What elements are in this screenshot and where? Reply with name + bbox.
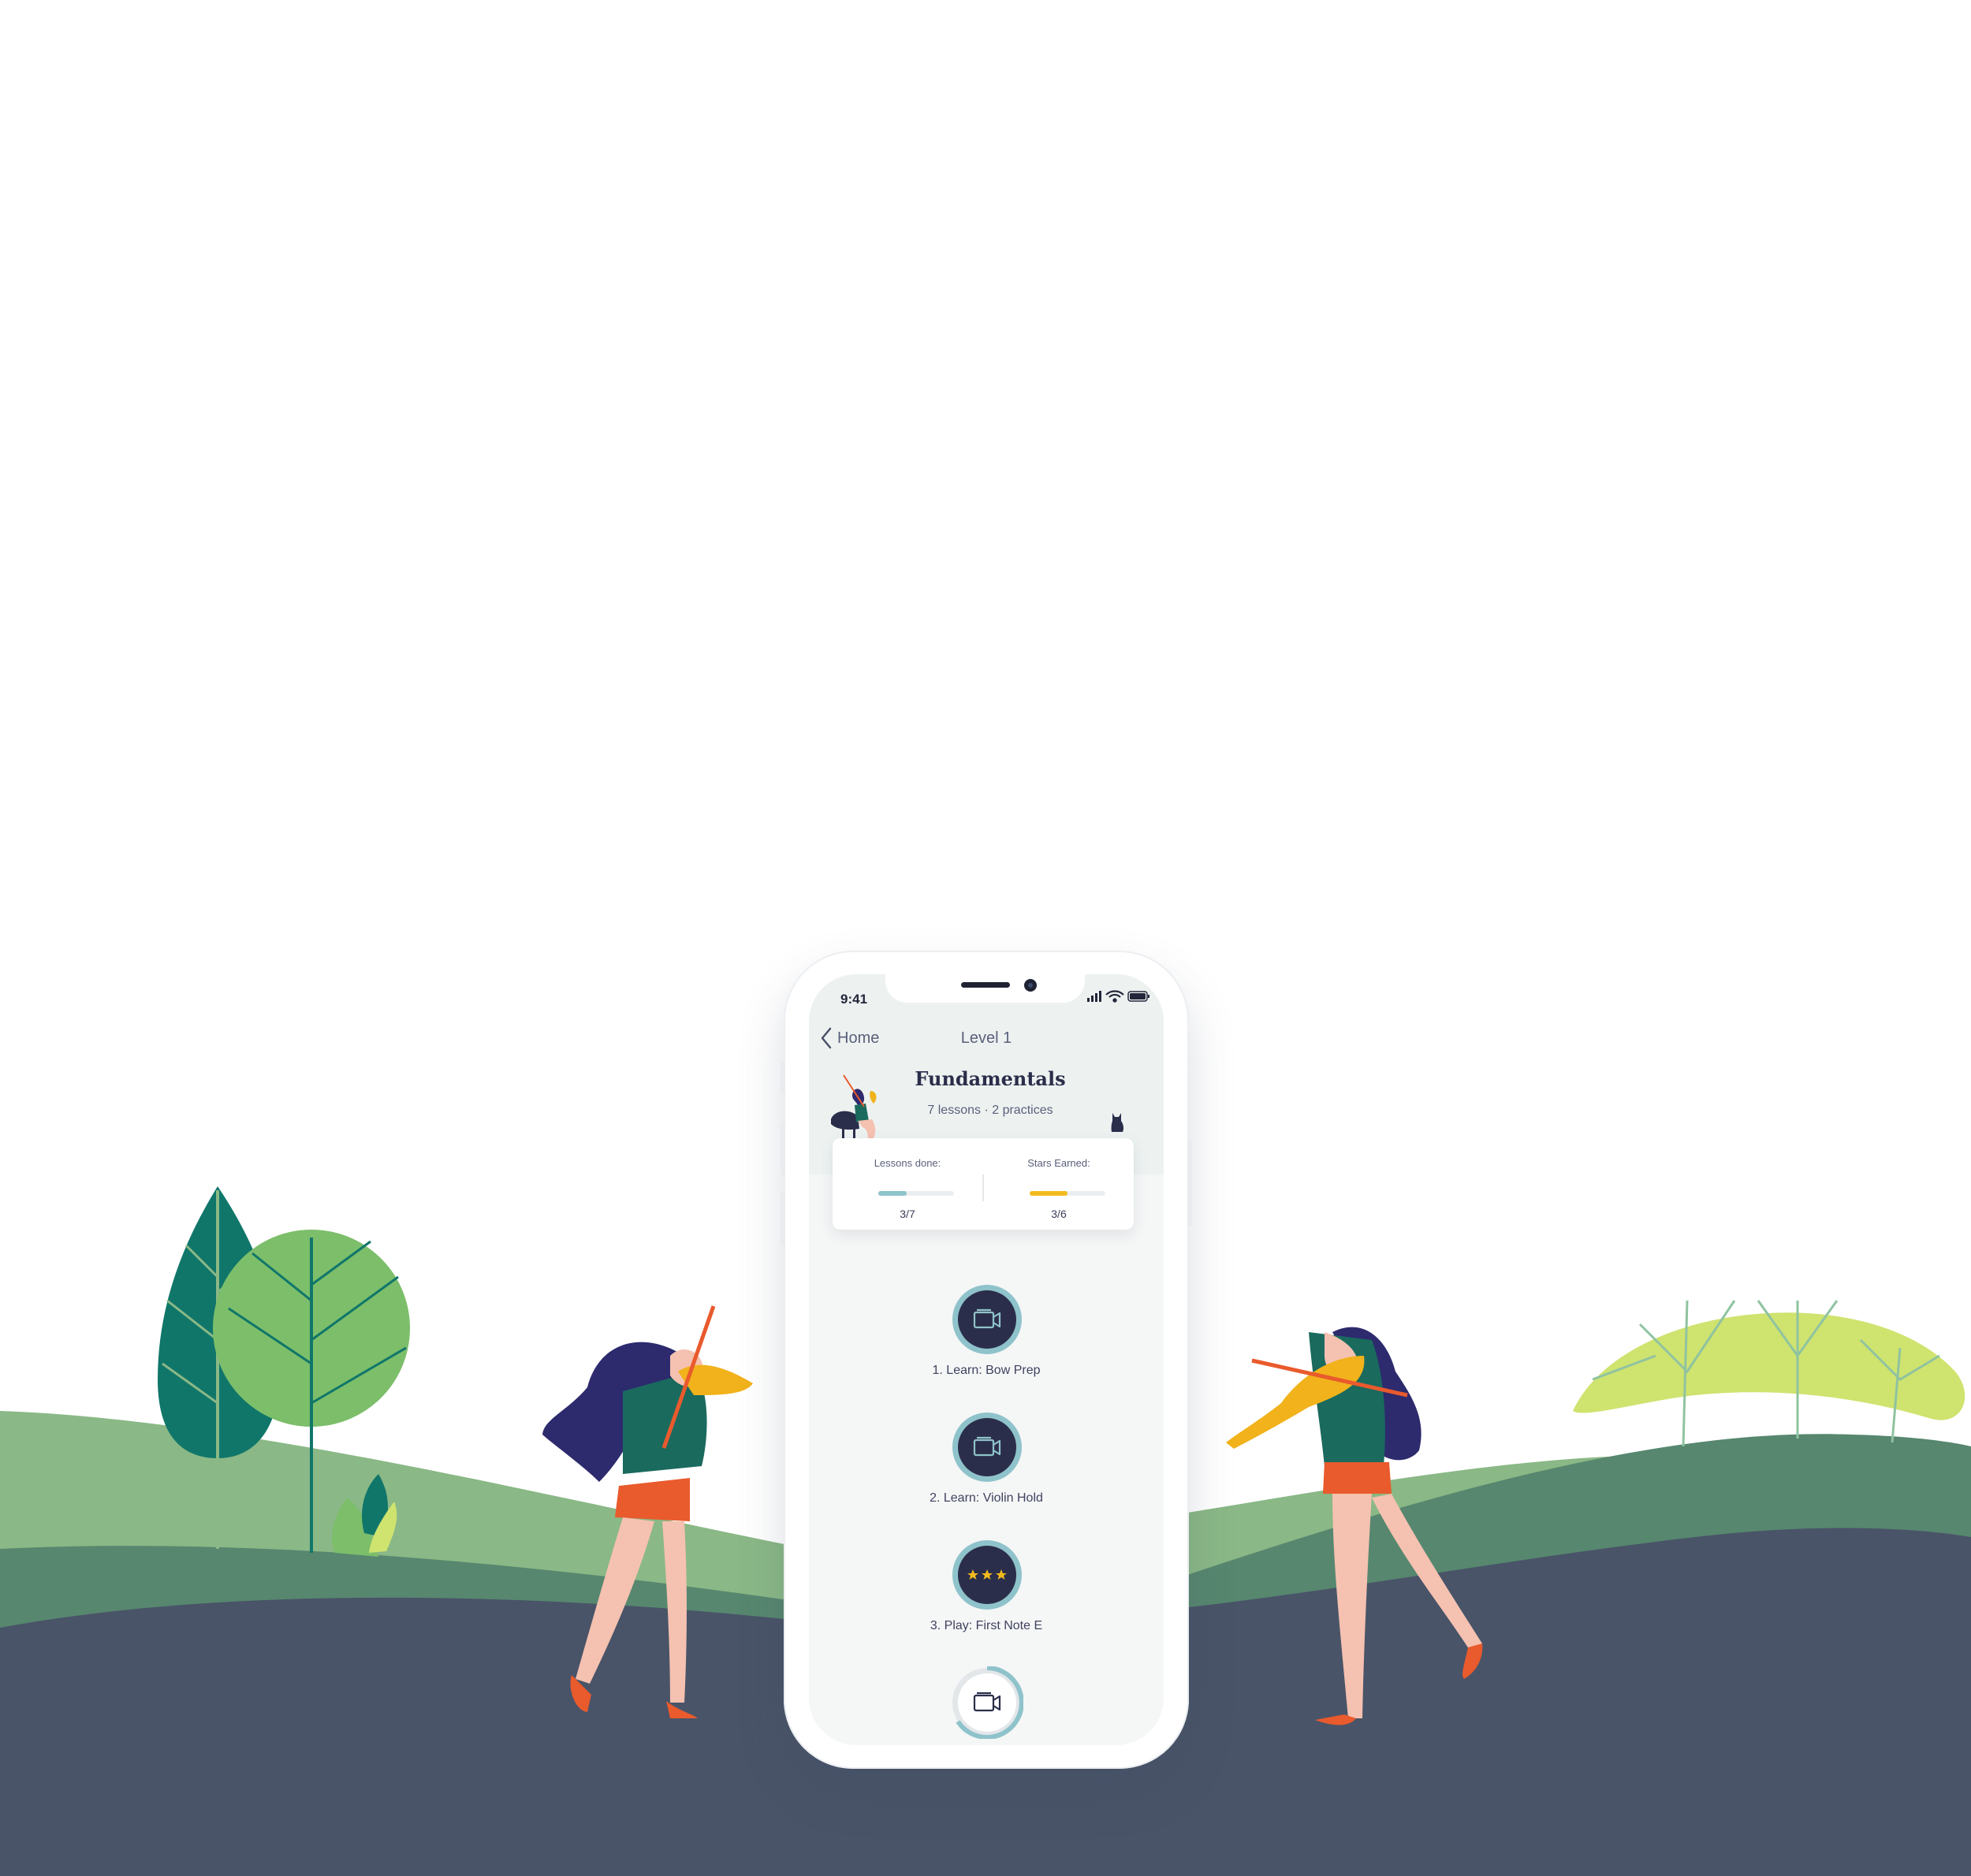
stars-earned-stat: Stars Earned: 3/6	[984, 1138, 1134, 1230]
battery-icon	[1127, 991, 1149, 1002]
lesson-2-label: 2. Learn: Violin Hold	[930, 1491, 1043, 1505]
mushroom-tree	[1573, 1300, 1965, 1447]
lessons-done-stat: Lessons done: 3/7	[833, 1138, 982, 1230]
stars-progress-fill	[1030, 1191, 1067, 1196]
front-camera	[1024, 979, 1037, 992]
stars-earned-value: 3/6	[1051, 1208, 1067, 1220]
lesson-3-button[interactable]	[951, 1539, 1023, 1611]
lesson-3-label: 3. Play: First Note E	[930, 1619, 1043, 1632]
course-subtitle: 7 lessons · 2 practices	[927, 1104, 1053, 1117]
lesson-1-label: 1. Learn: Bow Prep	[932, 1364, 1041, 1377]
lesson-1-button[interactable]	[951, 1283, 1023, 1356]
lessons-progress-track	[878, 1191, 954, 1196]
lessons-done-value: 3/7	[900, 1208, 915, 1220]
app-screen: 9:41 Home Level 1 Fundamentals 7 lessons…	[809, 974, 1164, 1745]
wifi-icon	[1105, 990, 1124, 1003]
lesson-4-button[interactable]	[951, 1666, 1024, 1740]
phone-notch	[885, 974, 1085, 1003]
phone-power-button	[1187, 1140, 1192, 1226]
phone-volume-down	[781, 1192, 785, 1247]
signal-icon	[1087, 991, 1101, 1002]
status-time: 9:41	[840, 992, 868, 1007]
speaker-grille	[961, 982, 1010, 988]
lessons-done-label: Lessons done:	[874, 1157, 941, 1169]
lessons-progress-fill	[878, 1191, 907, 1196]
nav-title: Level 1	[960, 1029, 1012, 1047]
stars-earned-label: Stars Earned:	[1027, 1157, 1090, 1169]
status-icons	[1087, 988, 1150, 1004]
phone-volume-up	[781, 1121, 785, 1176]
phone-mockup: 9:41 Home Level 1 Fundamentals 7 lessons…	[781, 951, 1192, 1769]
lesson-2-button[interactable]	[951, 1411, 1023, 1483]
progress-card: Lessons done: 3/7 Stars Earned: 3/6	[833, 1138, 1134, 1230]
course-title: Fundamentals	[915, 1067, 1066, 1090]
phone-side-button	[781, 1061, 785, 1094]
stars-progress-track	[1030, 1191, 1105, 1196]
